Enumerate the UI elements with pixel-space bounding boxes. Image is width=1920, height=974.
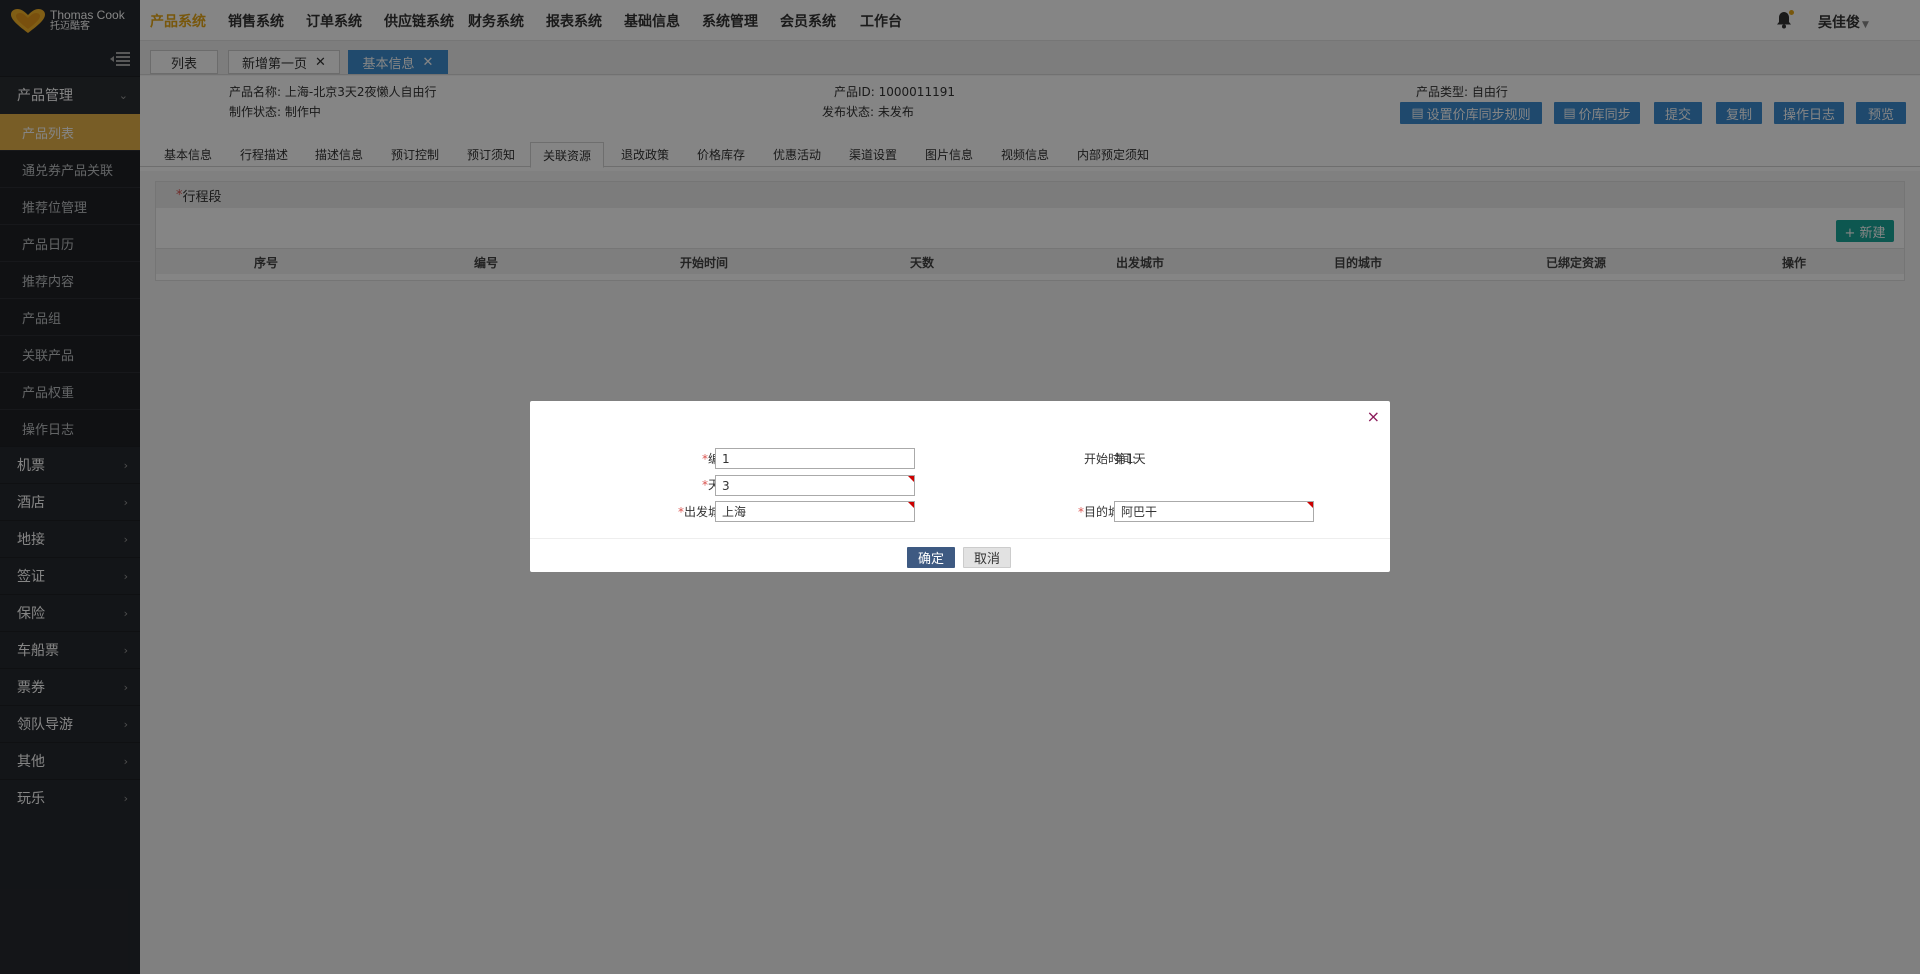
confirm-button[interactable]: 确定 — [907, 547, 955, 568]
code-input[interactable]: 1 — [715, 448, 915, 469]
destination-city-input[interactable]: 阿巴干 — [1114, 501, 1314, 522]
required-corner-icon — [908, 476, 914, 482]
dialog-footer: 确定 取消 — [530, 538, 1390, 572]
close-icon[interactable]: × — [1367, 407, 1380, 426]
start-time-value: 第1天 — [1114, 452, 1146, 466]
required-corner-icon — [908, 502, 914, 508]
departure-city-value: 上海 — [722, 505, 747, 519]
required-corner-icon — [1307, 502, 1313, 508]
segment-edit-dialog: × *编号: 1 开始时间: 第1天 *天数: 3 *出发城市: 上海 *目的城… — [530, 401, 1390, 572]
destination-city-value: 阿巴干 — [1121, 505, 1158, 519]
departure-city-input[interactable]: 上海 — [715, 501, 915, 522]
cancel-button[interactable]: 取消 — [963, 547, 1011, 568]
days-input[interactable]: 3 — [715, 475, 915, 496]
code-value: 1 — [722, 451, 730, 466]
days-value: 3 — [722, 478, 730, 493]
